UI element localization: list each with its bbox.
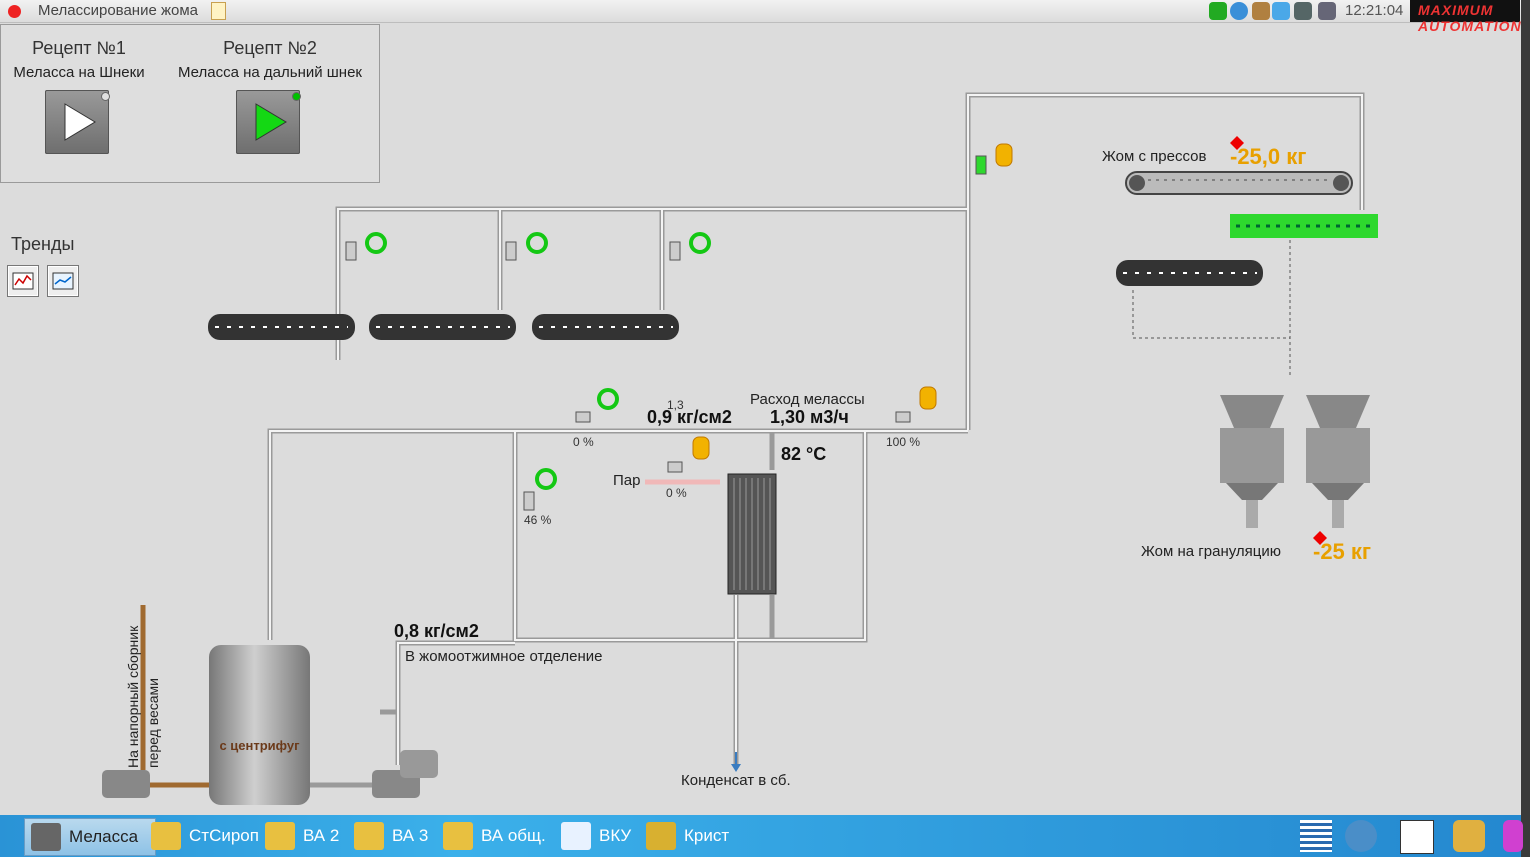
va-total-icon: [443, 822, 473, 850]
screw-conveyor-2: [369, 314, 516, 340]
heat-exchanger: [727, 473, 777, 595]
screw-conveyor-1: [208, 314, 355, 340]
valve-c-percent: 46 %: [524, 513, 552, 527]
temperature-value: 82 °C: [781, 444, 827, 464]
settings-gear-icon[interactable]: [1345, 820, 1377, 852]
va2-icon: [265, 822, 295, 850]
task-va3[interactable]: ВА 3: [348, 818, 434, 854]
run-icons: [365, 232, 711, 490]
task-vku[interactable]: ВКУ: [555, 818, 637, 854]
condensate-label: Конденсат в сб.: [681, 772, 791, 789]
task-melassa[interactable]: Меласса: [24, 818, 156, 856]
granulation-label: Жом на грануляцию: [1141, 543, 1282, 560]
outlet-label: В жомоотжимное отделение: [405, 648, 603, 665]
manual-hand-icons: [692, 143, 1013, 460]
pipe-label-1: На напорный сборник: [125, 625, 141, 768]
screw-conveyor-green: [1230, 214, 1378, 238]
pipes: [267, 92, 1365, 788]
task-krist[interactable]: Крист: [640, 818, 735, 854]
tank-label: с центрифуг: [219, 738, 300, 753]
touch-icon[interactable]: [1503, 820, 1523, 852]
tools-icon[interactable]: [1453, 820, 1485, 852]
press-label: Жом с прессов: [1102, 148, 1207, 165]
valve-a-percent: 0 %: [573, 435, 594, 449]
pressure-main: 0,9 кг/см2: [647, 407, 732, 427]
valve-steam-percent: 0 %: [666, 486, 687, 500]
arrow-down-icon: [731, 764, 741, 772]
task-stsirop[interactable]: СтСироп: [145, 818, 265, 854]
task-va2[interactable]: ВА 2: [259, 818, 345, 854]
steam-label: Пар: [613, 472, 641, 489]
belt-conveyor: [1125, 171, 1353, 195]
valve-b-percent: 100 %: [886, 435, 921, 449]
screw-conveyor-4: [1116, 260, 1263, 286]
screw-conveyor-3: [532, 314, 679, 340]
flow-label: Расход мелассы: [750, 391, 865, 408]
va3-icon: [354, 822, 384, 850]
pipe-label-2: перед весами: [145, 678, 161, 768]
flow-value: 1,30 м3/ч: [770, 407, 849, 427]
pump-1: [102, 770, 150, 798]
granulation-weight: -25 кг: [1313, 539, 1372, 564]
vku-icon: [561, 822, 591, 850]
stsirop-icon: [151, 822, 181, 850]
krist-icon: [646, 822, 676, 850]
hopper-2: [1306, 395, 1370, 528]
centrifuge-tank[interactable]: [209, 645, 310, 805]
press-weight: -25,0 кг: [1230, 144, 1307, 169]
pressure-outlet: 0,8 кг/см2: [394, 621, 479, 641]
menu-list-icon[interactable]: [1300, 820, 1332, 852]
hopper-1: [1220, 395, 1284, 528]
task-va-total[interactable]: ВА общ.: [437, 818, 552, 854]
trend-chart-icon[interactable]: [1400, 820, 1434, 854]
melassa-icon: [31, 823, 61, 851]
pump-2: [372, 750, 438, 798]
